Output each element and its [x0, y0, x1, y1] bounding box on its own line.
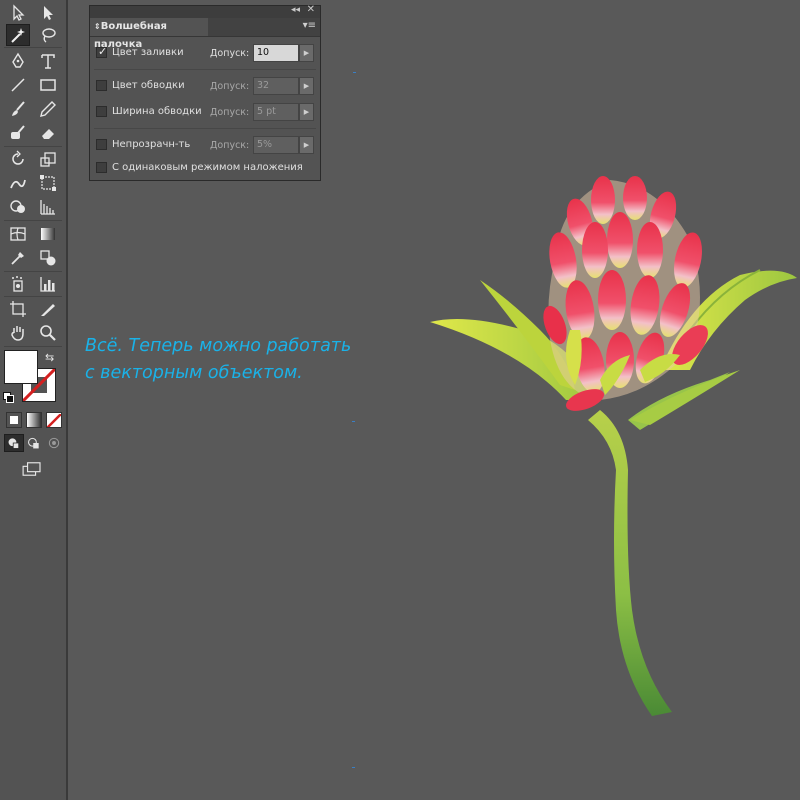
clover-flower-illustration[interactable] [410, 160, 800, 730]
panel-menu-icon[interactable]: ▾≡ [303, 20, 316, 31]
stroke-color-row: Цвет обводки Допуск: 32 ▶ [90, 76, 320, 96]
none-mode-button[interactable] [46, 412, 62, 428]
annotation-line-1: Всё. Теперь можно работать [85, 336, 352, 356]
stroke-weight-tolerance-arrow-icon[interactable]: ▶ [299, 103, 314, 121]
stroke-color-tolerance-input[interactable]: 32 [253, 77, 299, 95]
stroke-weight-label: Ширина обводки [112, 106, 202, 117]
opacity-tolerance-input[interactable]: 5% [253, 136, 299, 154]
shape-builder-tool-icon[interactable] [6, 196, 30, 218]
tools-panel: ⇆ [0, 0, 68, 800]
stroke-weight-checkbox[interactable] [96, 106, 107, 117]
opacity-checkbox[interactable] [96, 139, 107, 150]
tolerance-label: Допуск: [210, 107, 250, 118]
tolerance-label: Допуск: [210, 81, 250, 92]
magic-wand-tool-icon[interactable] [6, 24, 30, 46]
opacity-label: Непрозрачн-ть [112, 139, 191, 150]
blending-mode-row: С одинаковым режимом наложения [90, 158, 320, 178]
zoom-tool-icon[interactable] [36, 322, 60, 344]
hand-tool-icon[interactable] [6, 322, 30, 344]
stroke-color-tolerance-arrow-icon[interactable]: ▶ [299, 77, 314, 95]
annotation-line-2: с векторным объектом. [85, 363, 303, 383]
canvas-mark [352, 767, 355, 768]
blob-brush-tool-icon[interactable] [6, 122, 30, 144]
canvas-mark [353, 72, 356, 73]
tolerance-label: Допуск: [210, 48, 250, 59]
fill-color-label: Цвет заливки [112, 47, 184, 58]
pencil-tool-icon[interactable] [36, 98, 60, 120]
column-graph-tool-icon[interactable] [36, 273, 60, 295]
type-tool-icon[interactable] [36, 50, 60, 72]
stroke-weight-row: Ширина обводки Допуск: 5 pt ▶ [90, 102, 320, 122]
check-icon: ✓ [98, 45, 108, 58]
blend-tool-icon[interactable] [36, 247, 60, 269]
stroke-color-checkbox[interactable] [96, 80, 107, 91]
scale-tool-icon[interactable] [36, 148, 60, 170]
direct-selection-tool-icon[interactable] [36, 2, 60, 24]
artboard-tool-icon[interactable] [6, 298, 30, 320]
opacity-tolerance-arrow-icon[interactable]: ▶ [299, 136, 314, 154]
fill-tolerance-input[interactable]: 10 [253, 44, 299, 62]
free-transform-tool-icon[interactable] [36, 172, 60, 194]
draw-inside-icon[interactable] [44, 434, 64, 452]
default-colors-icon[interactable] [3, 392, 14, 403]
lasso-tool-icon[interactable] [36, 24, 60, 46]
fill-tolerance-arrow-icon[interactable]: ▶ [299, 44, 314, 62]
pen-tool-icon[interactable] [6, 50, 30, 72]
line-tool-icon[interactable] [6, 74, 30, 96]
paintbrush-tool-icon[interactable] [6, 98, 30, 120]
annotation-text: Всё. Теперь можно работать с векторным о… [85, 333, 351, 387]
selection-tool-icon[interactable] [6, 2, 30, 24]
tolerance-label: Допуск: [210, 140, 250, 151]
draw-normal-icon[interactable] [4, 434, 24, 452]
canvas-mark [352, 421, 355, 422]
eyedropper-tool-icon[interactable] [6, 247, 30, 269]
rectangle-tool-icon[interactable] [36, 74, 60, 96]
opacity-row: Непрозрачн-ть Допуск: 5% ▶ [90, 135, 320, 155]
fill-color-row: ✓ Цвет заливки Допуск: 10 ▶ [90, 43, 320, 63]
warp-tool-icon[interactable] [6, 172, 30, 194]
panel-tab-magic-wand[interactable]: ⇕Волшебная палочка [90, 18, 208, 50]
stroke-weight-tolerance-input[interactable]: 5 pt [253, 103, 299, 121]
swap-fill-stroke-icon[interactable]: ⇆ [45, 351, 54, 364]
panel-titlebar[interactable]: ◂◂ ✕ [90, 4, 320, 18]
fill-swatch[interactable] [4, 350, 38, 384]
blending-mode-label: С одинаковым режимом наложения [112, 162, 303, 173]
eraser-tool-icon[interactable] [36, 122, 60, 144]
symbol-sprayer-tool-icon[interactable] [6, 273, 30, 295]
draw-behind-icon[interactable] [24, 434, 44, 452]
color-mode-button[interactable] [6, 412, 22, 428]
screen-mode-icon[interactable] [20, 460, 44, 478]
blending-mode-checkbox[interactable] [96, 162, 107, 173]
rotate-tool-icon[interactable] [6, 148, 30, 170]
magic-wand-panel: ◂◂ ✕ ⇕Волшебная палочка ▾≡ ✓ Цвет заливк… [89, 4, 321, 181]
perspective-grid-tool-icon[interactable] [36, 196, 60, 218]
slice-tool-icon[interactable] [36, 298, 60, 320]
fill-color-checkbox[interactable]: ✓ [96, 45, 108, 58]
close-panel-icon[interactable]: ✕ [307, 4, 315, 15]
gradient-tool-icon[interactable] [36, 223, 60, 245]
collapse-panel-icon[interactable]: ◂◂ [291, 5, 300, 15]
mesh-tool-icon[interactable] [6, 223, 30, 245]
gradient-mode-button[interactable] [26, 412, 42, 428]
tab-toggle-icon: ⇕ [94, 22, 101, 31]
stroke-color-label: Цвет обводки [112, 80, 185, 91]
